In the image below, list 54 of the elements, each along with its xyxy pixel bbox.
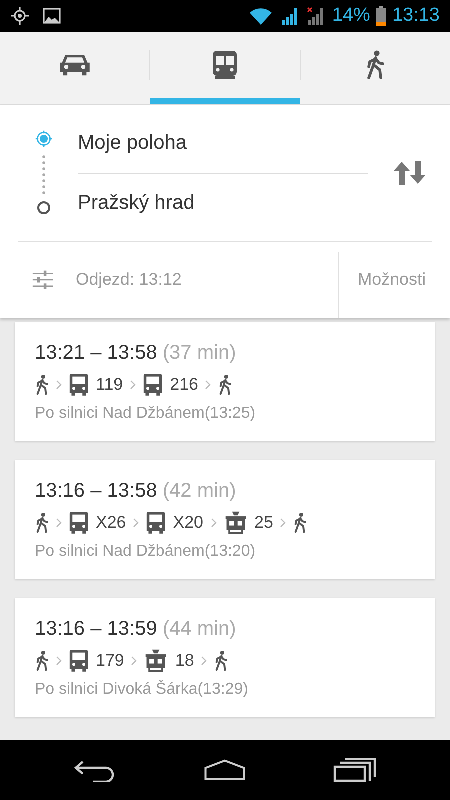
chevron-icon: [201, 656, 208, 666]
wifi-icon: [248, 6, 274, 26]
route-times: 13:16 – 13:59 (44 min): [35, 618, 238, 641]
swap-arrows-icon: [392, 160, 428, 186]
home-icon[interactable]: [203, 758, 247, 782]
line-number: 179: [96, 651, 124, 671]
walking-person-icon: [293, 512, 308, 534]
line-number: 18: [175, 651, 194, 671]
origin-field[interactable]: Moje poloha: [78, 114, 368, 172]
route-card[interactable]: 13:21 – 13:58 (37 min) 119 216 Po silnici Nad Džbánem(13:25): [15, 322, 435, 441]
route-via: Po silnici Nad Džbánem(13:25): [35, 405, 257, 423]
chevron-icon: [210, 518, 216, 528]
tram-icon: [224, 511, 248, 535]
route-via: Po silnici Nad Džbánem(13:20): [35, 543, 257, 561]
battery-icon: [376, 6, 386, 26]
route-times: 13:21 – 13:58 (37 min): [35, 342, 238, 365]
chevron-icon: [56, 380, 62, 390]
battery-percent: 14%: [332, 5, 370, 27]
destination-circle-icon: [36, 200, 52, 216]
walking-person-icon: [35, 512, 49, 534]
destination-field[interactable]: Pražský hrad: [78, 174, 368, 232]
chevron-icon: [205, 380, 212, 390]
sliders-icon: [32, 269, 54, 291]
chevron-icon: [131, 656, 138, 666]
bus-icon: [143, 373, 164, 397]
route-card[interactable]: 13:16 – 13:59 (44 min) 179 18 Po silnici Divoká Šárka(13:29): [15, 598, 435, 717]
walking-person-icon: [35, 374, 49, 396]
line-number: X20: [173, 513, 204, 533]
route-times: 13:16 – 13:58 (42 min): [35, 480, 238, 503]
current-location-icon: [35, 130, 53, 148]
chevron-icon: [56, 518, 62, 528]
walking-person-icon: [35, 650, 49, 672]
line-number: 119: [96, 375, 124, 395]
recent-apps-icon[interactable]: [333, 758, 377, 782]
bus-icon: [69, 373, 89, 397]
chevron-icon: [280, 518, 286, 528]
walking-person-icon: [218, 374, 232, 396]
image-icon: [42, 6, 62, 26]
location-icon: [10, 6, 30, 26]
bus-icon: [69, 649, 89, 673]
line-number: X26: [96, 513, 126, 533]
line-number: 216: [170, 375, 198, 395]
bus-icon: [69, 511, 89, 535]
chevron-icon: [56, 656, 62, 666]
route-card[interactable]: 13:16 – 13:58 (42 min) X26 X20 25 Po silnici Nad Džbánem(13:20): [15, 460, 435, 579]
clock: 13:13: [392, 5, 440, 27]
line-number: 25: [254, 513, 274, 533]
bus-icon: [146, 511, 166, 535]
chevron-icon: [133, 518, 140, 528]
back-icon[interactable]: [73, 758, 117, 782]
walking-person-icon: [214, 650, 228, 672]
tram-icon: [144, 649, 168, 673]
route-via: Po silnici Divoká Šárka(13:29): [35, 681, 250, 699]
chevron-icon: [130, 380, 136, 390]
